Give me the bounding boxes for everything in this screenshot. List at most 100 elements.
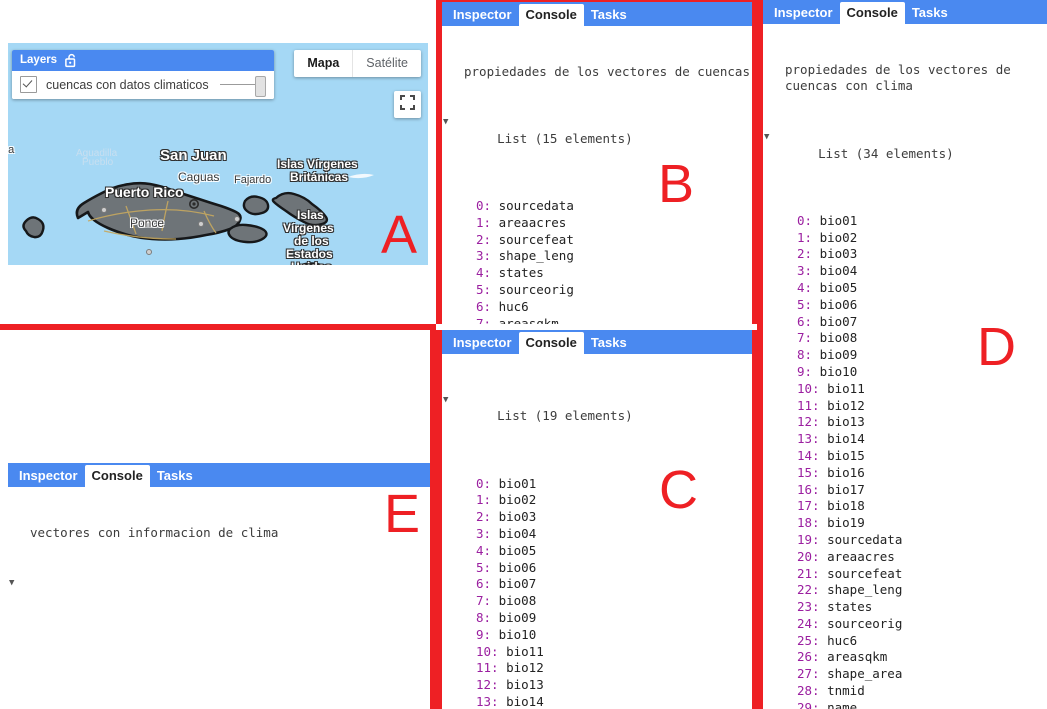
console-list-row[interactable]: 13: bio14 [763,431,1047,448]
console-root-label: List (19 elements) [497,408,633,424]
tab-tasks[interactable]: Tasks [905,2,955,24]
panel-b-console-output[interactable]: propiedades de los vectores de cuencas ▼… [442,26,752,324]
tab-console[interactable]: Console [518,4,584,26]
console-list-row[interactable]: 29: name [763,700,1047,709]
list-row-value: bio10 [812,363,858,379]
console-list-row[interactable]: 7: bio08 [442,593,752,610]
list-row-value: bio08 [812,330,858,346]
panel-e-console-output[interactable]: vectores con informacion de clima ▼ Featu… [8,487,430,593]
tab-console[interactable]: Console [518,332,584,354]
map-type-satelite[interactable]: Satélite [352,50,421,77]
map-type-switcher[interactable]: Mapa Satélite [294,50,421,77]
console-root-node[interactable]: ▼ List (15 elements) [442,114,752,164]
tab-console[interactable]: Console [839,2,905,24]
console-list-row[interactable]: 24: sourceorig [763,616,1047,633]
console-root-node[interactable]: ▼ List (34 elements) [763,129,1047,179]
fullscreen-button[interactable] [394,91,421,118]
tab-inspector[interactable]: Inspector [767,2,840,24]
console-list-row[interactable]: 9: bio10 [442,627,752,644]
console-list-row[interactable]: 16: bio17 [763,482,1047,499]
console-list-row[interactable]: 21: sourcefeat [763,566,1047,583]
console-list-row[interactable]: 1: bio02 [442,492,752,509]
panel-b-tabbar[interactable]: Inspector Console Tasks [442,2,752,26]
console-list-row[interactable]: 13: bio14 [442,694,752,709]
disclosure-triangle-open-icon[interactable]: ▼ [443,114,448,131]
panel-c-tabbar[interactable]: Inspector Console Tasks [442,330,752,354]
console-list-row[interactable]: 7: areasqkm [442,316,752,324]
list-row-value: bio09 [812,347,858,363]
console-list-row[interactable]: 4: bio05 [442,543,752,560]
console-list-row[interactable]: 3: shape_leng [442,248,752,265]
list-row-index: 6: [476,576,492,592]
console-list-row[interactable]: 0: sourcedata [442,198,752,215]
list-row-value: bio02 [491,492,537,508]
console-list-row[interactable]: 11: bio12 [442,660,752,677]
console-list-row[interactable]: 4: states [442,265,752,282]
map-canvas[interactable]: naAguadillaPuebloSan JuanCaguasFajardoPu… [8,43,428,265]
console-list-row[interactable]: 22: shape_leng [763,582,1047,599]
tab-tasks[interactable]: Tasks [584,4,634,26]
console-list-row[interactable]: 5: bio06 [763,297,1047,314]
console-list-row[interactable]: 3: bio04 [763,263,1047,280]
console-list-row[interactable]: 18: bio19 [763,515,1047,532]
list-row-index: 17: [797,498,820,514]
console-list-rows: 0: sourcedata 1: areaacres 2: sourcefeat 3:… [442,198,752,324]
console-list-row[interactable]: 1: areaacres [442,215,752,232]
console-list-row[interactable]: 2: sourcefeat [442,232,752,249]
console-list-row[interactable]: 10: bio11 [763,381,1047,398]
console-list-row[interactable]: 15: bio16 [763,465,1047,482]
layer-checkbox[interactable] [20,76,37,93]
tab-tasks[interactable]: Tasks [584,332,634,354]
console-list-row[interactable]: 2: bio03 [763,246,1047,263]
list-row-value: areasqkm [491,315,559,324]
map-type-mapa[interactable]: Mapa [294,50,352,77]
tab-inspector[interactable]: Inspector [446,332,519,354]
slider-knob[interactable] [255,75,266,97]
console-list-row[interactable]: 27: shape_area [763,666,1047,683]
tab-console[interactable]: Console [84,465,150,487]
console-list-row[interactable]: 17: bio18 [763,498,1047,515]
layers-panel[interactable]: Layers cuencas con datos climaticos [12,50,274,99]
layer-opacity-slider[interactable] [219,75,266,97]
console-list-row[interactable]: 19: sourcedata [763,532,1047,549]
console-list-row[interactable]: 5: bio06 [442,560,752,577]
console-list-row[interactable]: 25: huc6 [763,633,1047,650]
console-list-row[interactable]: 6: huc6 [442,299,752,316]
tab-tasks[interactable]: Tasks [150,465,200,487]
console-list-row[interactable]: 6: bio07 [442,576,752,593]
console-list-row[interactable]: 20: areaacres [763,549,1047,566]
list-row-value: bio13 [498,677,544,693]
region-divider-horizontal [0,324,436,330]
console-list-row[interactable]: 0: bio01 [763,213,1047,230]
console-list-row[interactable]: 11: bio12 [763,398,1047,415]
disclosure-triangle-open-icon[interactable]: ▼ [764,129,769,146]
unlocked-padlock-icon[interactable] [65,53,78,68]
list-row-index: 0: [476,475,492,491]
console-list-row[interactable]: 8: bio09 [442,610,752,627]
console-list-row[interactable]: 14: bio15 [763,448,1047,465]
list-row-index: 2: [797,246,813,262]
console-root-node[interactable]: ▼ List (19 elements) [442,392,752,442]
console-list-row[interactable]: 0: bio01 [442,476,752,493]
console-list-row[interactable]: 23: states [763,599,1047,616]
console-list-row[interactable]: 12: bio13 [763,414,1047,431]
panel-e-tabbar[interactable]: Inspector Console Tasks [8,463,430,487]
console-list-row[interactable]: 3: bio04 [442,526,752,543]
list-row-value: sourcedata [491,197,574,213]
console-root-node[interactable]: ▼ FeatureCollection (2 elements, 34 colum… [8,575,430,593]
console-list-row[interactable]: 28: tnmid [763,683,1047,700]
tab-inspector[interactable]: Inspector [446,4,519,26]
panel-c-console-output[interactable]: ▼ List (19 elements) 0: bio01 1: bio02 2: b… [442,354,752,709]
console-list-row[interactable]: 26: areasqkm [763,649,1047,666]
disclosure-triangle-open-icon[interactable]: ▼ [9,575,14,592]
disclosure-triangle-open-icon[interactable]: ▼ [443,392,448,409]
console-list-row[interactable]: 10: bio11 [442,644,752,661]
console-list-row[interactable]: 1: bio02 [763,230,1047,247]
console-list-row[interactable]: 5: sourceorig [442,282,752,299]
console-list-row[interactable]: 2: bio03 [442,509,752,526]
tab-inspector[interactable]: Inspector [12,465,85,487]
panel-d-tabbar[interactable]: Inspector Console Tasks [763,0,1047,24]
console-list-row[interactable]: 12: bio13 [442,677,752,694]
layer-item-cuencas[interactable]: cuencas con datos climaticos [12,71,274,99]
console-list-row[interactable]: 4: bio05 [763,280,1047,297]
